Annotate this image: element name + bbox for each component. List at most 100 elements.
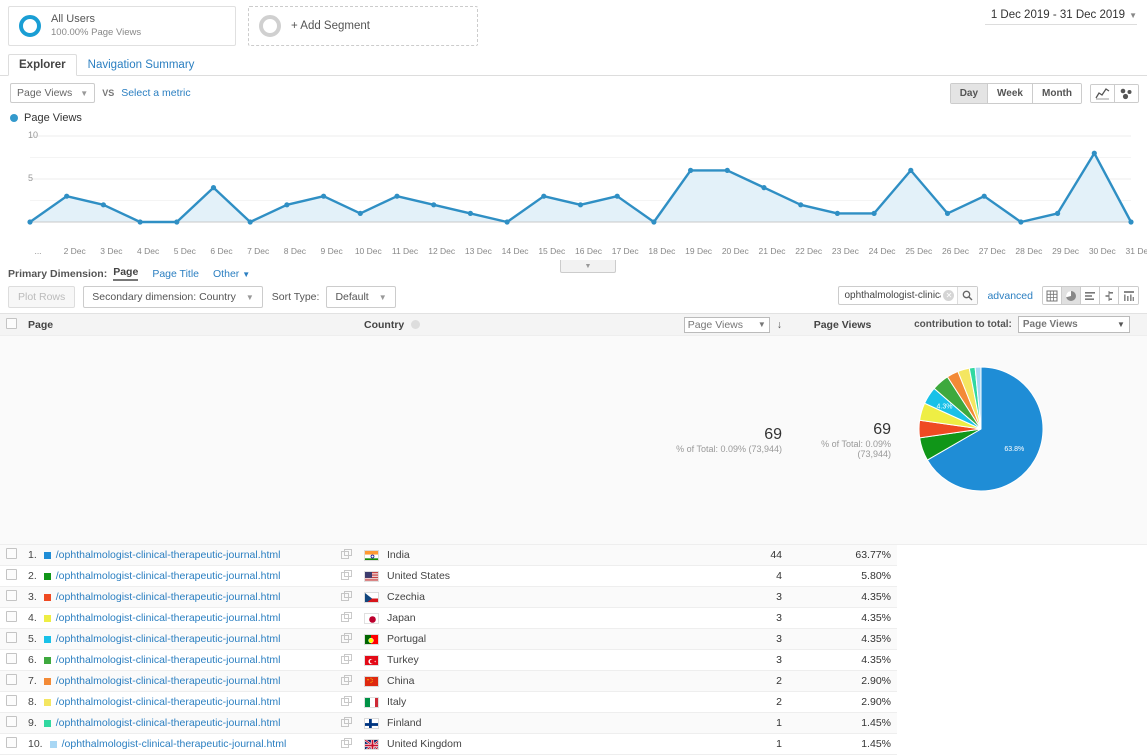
- row-checkbox-cell[interactable]: [0, 712, 22, 734]
- date-range-selector[interactable]: 1 Dec 2019 - 31 Dec 2019 ▼: [984, 9, 1137, 25]
- table-row[interactable]: 9. /ophthalmologist-clinical-therapeutic…: [0, 712, 1147, 734]
- open-in-new-window-icon[interactable]: [341, 674, 352, 688]
- select-all-checkbox[interactable]: [6, 317, 17, 329]
- row-page-link[interactable]: /ophthalmologist-clinical-therapeutic-jo…: [56, 570, 281, 582]
- segment-all-users[interactable]: All Users 100.00% Page Views: [8, 6, 236, 46]
- granularity-month[interactable]: Month: [1033, 84, 1081, 103]
- row-checkbox-cell[interactable]: [0, 586, 22, 608]
- primary-dimension-page-title[interactable]: Page Title: [152, 268, 199, 280]
- table-row[interactable]: 10. /ophthalmologist-clinical-therapeuti…: [0, 733, 1147, 755]
- search-icon[interactable]: [957, 287, 978, 304]
- remove-country-icon[interactable]: [411, 320, 421, 330]
- row-page-views-pct: 4.35%: [788, 607, 897, 629]
- row-page-link[interactable]: /ophthalmologist-clinical-therapeutic-jo…: [62, 738, 287, 750]
- row-checkbox[interactable]: [6, 674, 17, 685]
- table-row[interactable]: 6. /ophthalmologist-clinical-therapeutic…: [0, 649, 1147, 671]
- row-page-link[interactable]: /ophthalmologist-clinical-therapeutic-jo…: [56, 591, 281, 603]
- table-row[interactable]: 4. /ophthalmologist-clinical-therapeutic…: [0, 607, 1147, 629]
- row-page-link[interactable]: /ophthalmologist-clinical-therapeutic-jo…: [56, 717, 281, 729]
- header-page-views[interactable]: Page Views: [788, 313, 897, 336]
- select-all-header[interactable]: [0, 313, 22, 336]
- row-page-link[interactable]: /ophthalmologist-clinical-therapeutic-jo…: [56, 675, 281, 687]
- open-in-new-window-icon[interactable]: [341, 569, 352, 583]
- row-index: 5.: [28, 633, 37, 645]
- segment-ring-icon: [19, 15, 41, 37]
- sort-type-label: Sort Type:: [271, 291, 320, 303]
- row-checkbox-cell[interactable]: [0, 691, 22, 713]
- primary-dimension-other[interactable]: Other ▼: [213, 268, 250, 280]
- table-row[interactable]: 5. /ophthalmologist-clinical-therapeutic…: [0, 628, 1147, 650]
- metric-column-label: Page Views: [687, 318, 744, 331]
- secondary-dimension-select[interactable]: Secondary dimension: Country ▼: [83, 286, 263, 308]
- row-page-link[interactable]: /ophthalmologist-clinical-therapeutic-jo…: [56, 549, 281, 561]
- line-chart-icon[interactable]: [1091, 85, 1115, 102]
- row-checkbox[interactable]: [6, 737, 17, 748]
- open-in-new-window-icon[interactable]: [341, 695, 352, 709]
- open-in-new-window-icon[interactable]: [341, 548, 352, 562]
- open-in-new-window-icon[interactable]: [341, 737, 352, 751]
- tab-explorer[interactable]: Explorer: [8, 54, 77, 76]
- x-tick-label: ...: [34, 246, 42, 256]
- row-country-cell: Czechia: [358, 586, 670, 608]
- row-country-cell: Finland: [358, 712, 670, 734]
- x-tick-label: 10 Dec: [354, 246, 382, 256]
- open-in-new-window-icon[interactable]: [341, 653, 352, 667]
- row-checkbox[interactable]: [6, 569, 17, 580]
- comparison-view-icon[interactable]: [1100, 287, 1119, 304]
- advanced-link[interactable]: advanced: [987, 290, 1033, 302]
- segment-subtitle: 100.00% Page Views: [51, 27, 142, 39]
- row-checkbox[interactable]: [6, 695, 17, 706]
- add-segment-label: + Add Segment: [291, 20, 370, 32]
- row-page-link[interactable]: /ophthalmologist-clinical-therapeutic-jo…: [56, 654, 281, 666]
- plot-rows-button[interactable]: Plot Rows: [8, 286, 76, 308]
- motion-chart-icon[interactable]: [1115, 85, 1138, 102]
- row-checkbox-cell[interactable]: [0, 544, 22, 566]
- row-checkbox-cell[interactable]: [0, 628, 22, 650]
- tab-navigation-summary[interactable]: Navigation Summary: [77, 54, 206, 76]
- row-checkbox-cell[interactable]: [0, 607, 22, 629]
- open-in-new-window-icon[interactable]: [341, 632, 352, 646]
- row-checkbox-cell[interactable]: [0, 649, 22, 671]
- table-row[interactable]: 8. /ophthalmologist-clinical-therapeutic…: [0, 691, 1147, 713]
- add-segment-button[interactable]: + Add Segment: [248, 6, 478, 46]
- performance-view-icon[interactable]: [1081, 287, 1100, 304]
- row-checkbox-cell[interactable]: [0, 565, 22, 587]
- primary-dimension-page[interactable]: Page: [113, 266, 139, 281]
- row-checkbox[interactable]: [6, 611, 17, 622]
- metric-select[interactable]: Page Views ▼: [10, 83, 96, 103]
- sort-type-select[interactable]: Default ▼: [326, 286, 396, 308]
- open-in-new-window-icon[interactable]: [341, 590, 352, 604]
- open-in-new-window-icon[interactable]: [341, 611, 352, 625]
- granularity-week[interactable]: Week: [988, 84, 1033, 103]
- row-page-link[interactable]: /ophthalmologist-clinical-therapeutic-jo…: [56, 633, 281, 645]
- row-page-views: 1: [670, 733, 788, 755]
- row-checkbox-cell[interactable]: [0, 670, 22, 692]
- metric-column-select[interactable]: Page Views ▼: [683, 316, 770, 333]
- row-checkbox[interactable]: [6, 548, 17, 559]
- row-checkbox[interactable]: [6, 653, 17, 664]
- row-checkbox[interactable]: [6, 590, 17, 601]
- clear-search-icon[interactable]: ✕: [943, 290, 955, 301]
- table-row[interactable]: 2. /ophthalmologist-clinical-therapeutic…: [0, 565, 1147, 587]
- pivot-view-icon[interactable]: [1119, 287, 1138, 304]
- granularity-day[interactable]: Day: [950, 84, 989, 103]
- table-row[interactable]: 7. /ophthalmologist-clinical-therapeutic…: [0, 670, 1147, 692]
- table-row[interactable]: 3. /ophthalmologist-clinical-therapeutic…: [0, 586, 1147, 608]
- graph-zoom-handle[interactable]: ▼: [560, 260, 616, 273]
- row-page-link[interactable]: /ophthalmologist-clinical-therapeutic-jo…: [56, 696, 281, 708]
- contribution-metric-select[interactable]: Page Views ▼: [1017, 316, 1130, 333]
- open-in-new-window-icon[interactable]: [341, 716, 352, 730]
- search-input[interactable]: [839, 290, 944, 301]
- header-country[interactable]: Country: [358, 313, 670, 336]
- data-table-view-icon[interactable]: [1043, 287, 1062, 304]
- search-box[interactable]: ✕: [838, 286, 979, 305]
- row-checkbox[interactable]: [6, 716, 17, 727]
- pie-chart-view-icon[interactable]: [1062, 287, 1081, 304]
- row-checkbox-cell[interactable]: [0, 733, 22, 755]
- table-row[interactable]: 1. /ophthalmologist-clinical-therapeutic…: [0, 544, 1147, 566]
- sort-descending-icon[interactable]: ↓: [777, 319, 782, 331]
- select-a-metric-link[interactable]: Select a metric: [121, 87, 190, 99]
- row-checkbox[interactable]: [6, 632, 17, 643]
- row-page-link[interactable]: /ophthalmologist-clinical-therapeutic-jo…: [56, 612, 281, 624]
- header-page[interactable]: Page: [22, 313, 358, 336]
